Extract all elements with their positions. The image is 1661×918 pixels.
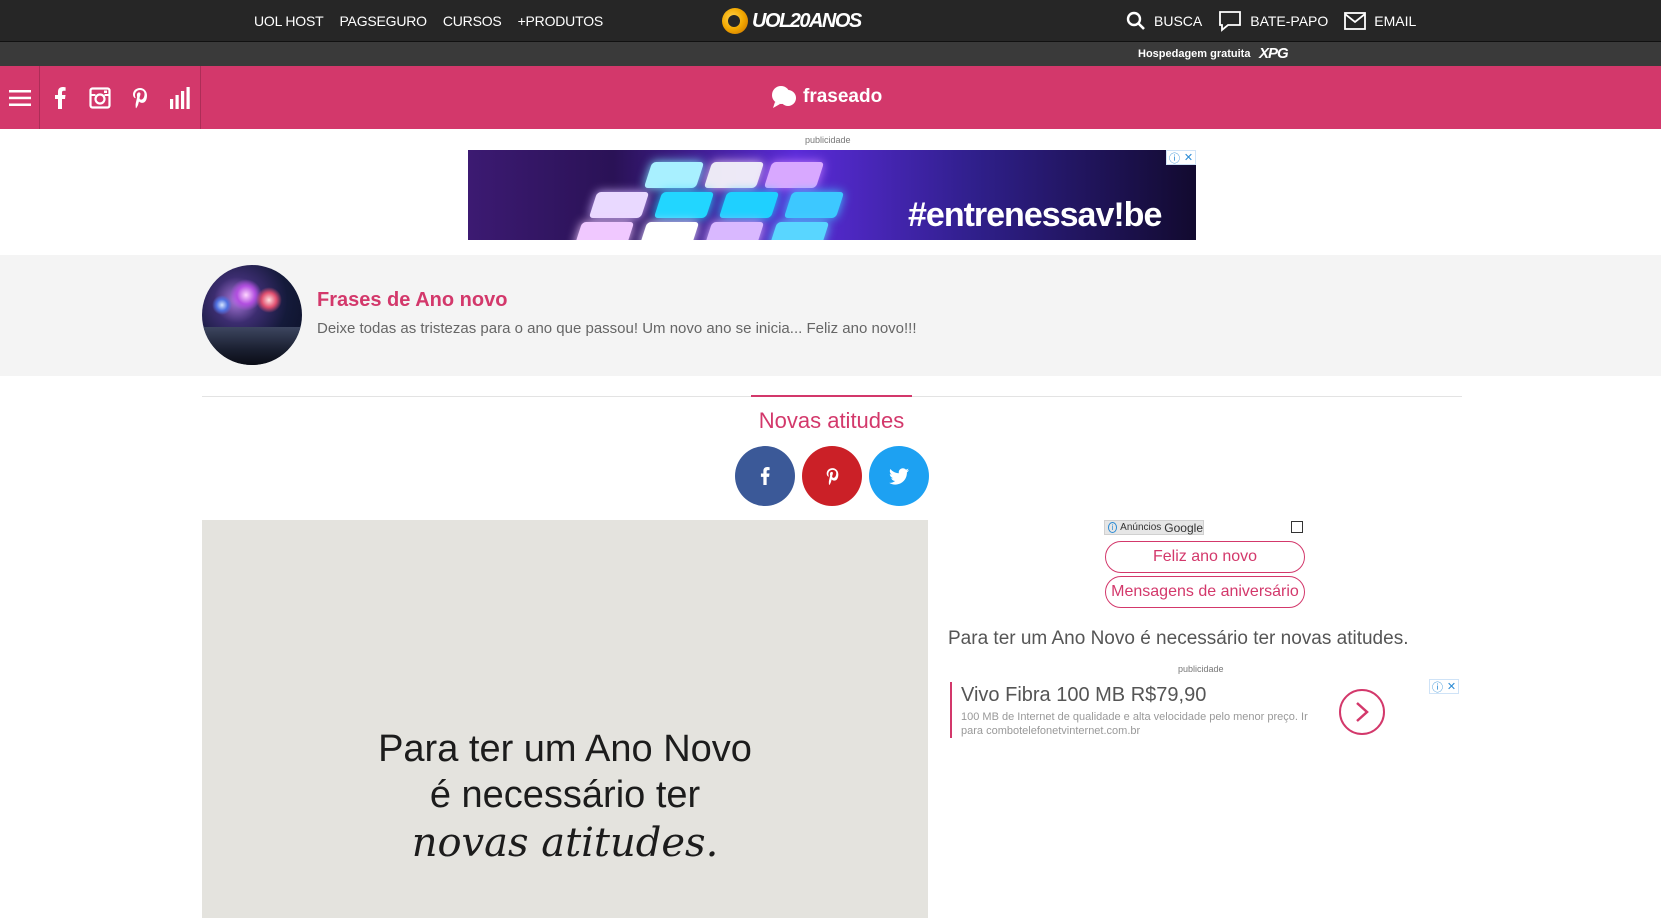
header-facebook-button[interactable] (40, 66, 80, 129)
instagram-icon (89, 86, 111, 109)
chat-label: BATE-PAPO (1250, 13, 1329, 29)
share-twitter-button[interactable] (869, 446, 929, 506)
quote-image-line2: é necessário ter (429, 774, 701, 816)
header-pinterest-button[interactable] (120, 66, 160, 129)
text-ad-accent-bar (950, 682, 952, 738)
uol-top-bar: UOL HOST PAGSEGURO CURSOS +PRODUTOS UOL2… (0, 0, 1661, 42)
section-title: Novas atitudes (758, 408, 905, 433)
adchoices-close-top[interactable]: ⓘ ✕ (1166, 150, 1196, 165)
search-button[interactable]: BUSCA (1126, 11, 1202, 31)
profile-strip: Frases de Ano novo Deixe todas as triste… (0, 255, 1661, 376)
quote-text: Para ter um Ano Novo é necessário ter no… (948, 628, 1409, 649)
text-ad-title[interactable]: Vivo Fibra 100 MB R$79,90 (961, 684, 1206, 707)
text-ad-arrow-button[interactable] (1339, 689, 1385, 735)
uol-logo[interactable]: UOL20ANOS (722, 7, 862, 35)
ad-pad (718, 192, 780, 218)
profile-title[interactable]: Frases de Ano novo (317, 289, 507, 312)
header-social (40, 66, 201, 129)
uol-link-cursos[interactable]: CURSOS (443, 13, 502, 29)
email-icon (1344, 12, 1367, 30)
header-icons (0, 66, 201, 129)
ad-label-top: publicidade (805, 135, 851, 145)
city-skyline (202, 327, 302, 365)
ad-label-side: publicidade (1178, 664, 1224, 674)
quote-image-line1: Para ter um Ano Novo (378, 728, 752, 770)
profile-avatar[interactable] (202, 265, 302, 365)
ad-pad (783, 192, 845, 218)
uol-link-host[interactable]: UOL HOST (254, 13, 324, 29)
ad-pad (763, 162, 825, 188)
xpg-logo[interactable]: XPG (1259, 45, 1289, 62)
text-ad-description: 100 MB de Internet de qualidade e alta v… (961, 711, 1308, 737)
uol-actions: BUSCA BATE-PAPO EMAIL (1126, 0, 1416, 42)
search-icon (1126, 11, 1145, 30)
top-ad-banner[interactable]: #entrenessav!be (468, 150, 1196, 240)
info-icon: ⓘ (1168, 152, 1180, 165)
ad-link-mensagens-aniversario[interactable]: Mensagens de aniversário (1105, 576, 1305, 608)
email-label: EMAIL (1374, 13, 1417, 29)
section-tab-indicator (751, 395, 912, 397)
adchoices-label: Anúncios (1120, 522, 1162, 533)
info-icon: ⓘ (1431, 681, 1443, 694)
email-button[interactable]: EMAIL (1344, 12, 1416, 30)
hosting-strip: Hospedagem gratuita XPG (0, 42, 1661, 66)
sidebar-text-ad[interactable]: Vivo Fibra 100 MB R$79,90 100 MB de Inte… (950, 680, 1463, 740)
adchoices-badge[interactable]: i Anúncios Google (1104, 520, 1204, 535)
header-instagram-button[interactable] (80, 66, 120, 129)
menu-icon (8, 89, 31, 106)
external-link-icon[interactable] (1291, 521, 1303, 533)
ad-pad (768, 222, 830, 240)
share-facebook-button[interactable] (735, 446, 795, 506)
pinterest-icon (826, 467, 838, 485)
chat-button[interactable]: BATE-PAPO (1218, 10, 1328, 32)
facebook-icon (55, 86, 66, 109)
ad-hashtag: #entrenessav!be (908, 196, 1162, 234)
uol-links: UOL HOST PAGSEGURO CURSOS +PRODUTOS (254, 0, 603, 42)
firework-decor (256, 287, 282, 313)
ranking-icon (170, 86, 190, 109)
ad-pad (643, 162, 705, 188)
info-icon: i (1108, 522, 1118, 533)
site-header: fraseado (0, 66, 1661, 129)
facebook-icon (760, 467, 770, 485)
share-pinterest-button[interactable] (802, 446, 862, 506)
quote-image[interactable]: Para ter um Ano Novo é necessário ter no… (202, 520, 928, 918)
twitter-icon (889, 467, 909, 485)
speech-bubble-icon (772, 86, 796, 108)
firework-decor (212, 295, 232, 315)
ad-pad (653, 192, 715, 218)
ad-pad (638, 222, 700, 240)
site-logo-text: fraseado (803, 86, 883, 107)
close-icon: ✕ (1446, 681, 1457, 693)
adchoices-close-side[interactable]: ⓘ ✕ (1429, 679, 1459, 694)
close-icon: ✕ (1183, 152, 1194, 164)
quote-image-line3: novas atitudes. (411, 820, 719, 866)
ad-link-feliz-ano-novo[interactable]: Feliz ano novo (1105, 541, 1305, 573)
menu-button[interactable] (0, 66, 40, 129)
search-label: BUSCA (1154, 13, 1203, 29)
uol-globe-icon (722, 8, 748, 34)
adchoices-brand: Google (1164, 520, 1203, 535)
pinterest-icon (133, 87, 147, 108)
chevron-right-icon (1356, 702, 1369, 722)
ad-pad (588, 192, 650, 218)
chat-icon (1219, 11, 1242, 32)
hosting-text[interactable]: Hospedagem gratuita (1138, 48, 1250, 60)
profile-description: Deixe todas as tristezas para o ano que … (317, 320, 917, 337)
site-logo[interactable]: fraseado (771, 80, 882, 114)
uol-link-produtos[interactable]: +PRODUTOS (518, 13, 604, 29)
uol-logo-text: UOL20ANOS (752, 9, 862, 32)
ad-pad (703, 162, 765, 188)
ad-pad (573, 222, 635, 240)
ad-pad (703, 222, 765, 240)
uol-link-pagseguro[interactable]: PAGSEGURO (339, 13, 427, 29)
header-ranking-button[interactable] (160, 66, 200, 129)
